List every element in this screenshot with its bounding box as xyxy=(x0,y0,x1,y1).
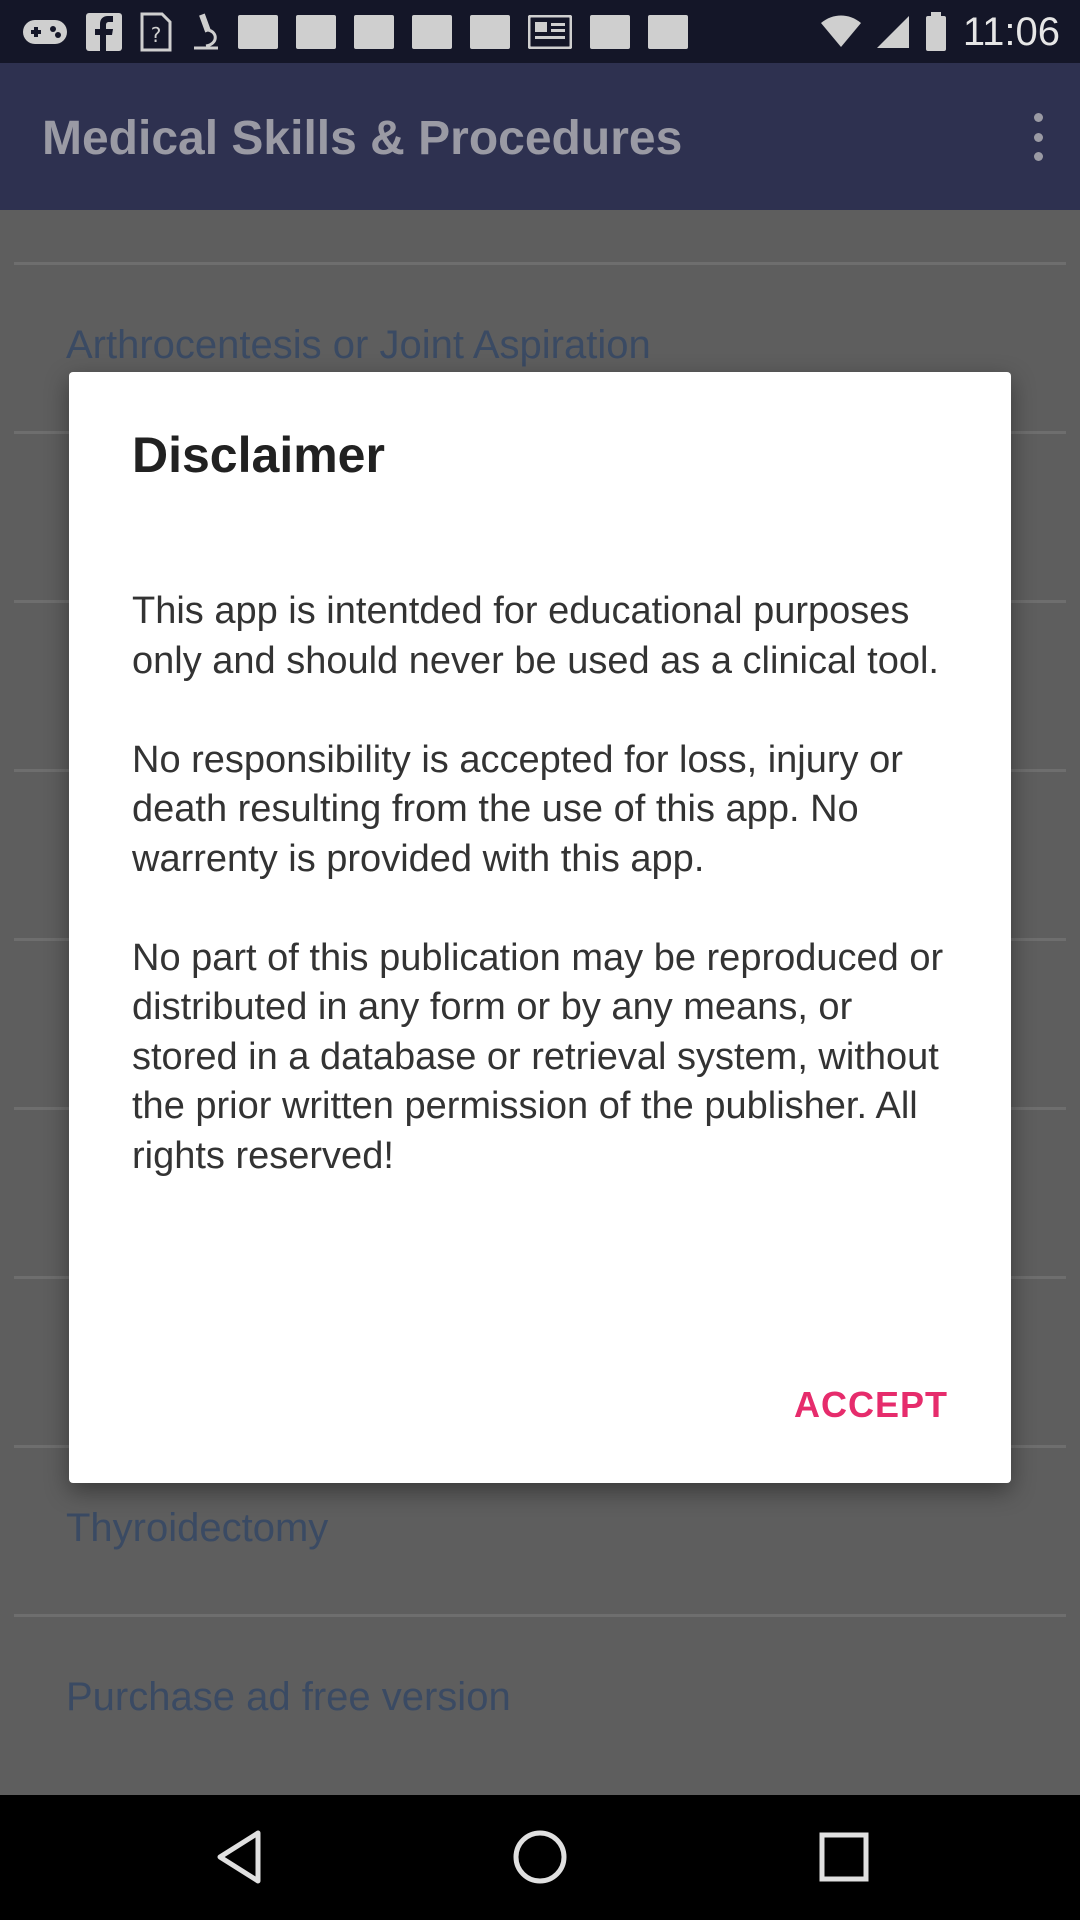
unknown-file-icon: ? xyxy=(140,12,172,52)
notification-icon xyxy=(590,15,630,49)
status-time: 11:06 xyxy=(962,9,1060,54)
facebook-icon xyxy=(86,13,122,51)
app-bar: Medical Skills & Procedures xyxy=(0,63,1080,210)
home-icon[interactable] xyxy=(508,1825,572,1889)
list-item-label: Arthrocentesis or Joint Aspiration xyxy=(66,323,651,367)
newspaper-icon xyxy=(528,15,572,49)
microscope-icon xyxy=(194,13,218,50)
notification-icon xyxy=(296,15,336,49)
recents-icon[interactable] xyxy=(812,1825,876,1889)
status-notification-icons: ? xyxy=(22,12,706,52)
navigation-bar xyxy=(0,1795,1080,1920)
gamepad-icon xyxy=(23,20,67,44)
dialog-title: Disclaimer xyxy=(132,427,385,483)
status-system-icons: 11:06 xyxy=(819,8,1060,56)
accept-button[interactable]: ACCEPT xyxy=(794,1384,948,1426)
back-icon[interactable] xyxy=(210,1825,274,1889)
list-item-label: Purchase ad free version xyxy=(66,1675,511,1719)
list-item[interactable]: Purchase ad free version xyxy=(14,1614,1066,1783)
notification-icon xyxy=(648,15,688,49)
svg-text:?: ? xyxy=(151,23,162,47)
battery-icon xyxy=(925,12,946,51)
notification-icon xyxy=(354,15,394,49)
notification-icon xyxy=(238,15,278,49)
status-bar: ? 11:06 xyxy=(0,0,1080,63)
disclaimer-dialog: Disclaimer This app is intentded for edu… xyxy=(69,372,1011,1483)
wifi-icon xyxy=(820,15,861,47)
overflow-menu-icon[interactable] xyxy=(1026,113,1050,161)
notification-icon xyxy=(470,15,510,49)
notification-icon xyxy=(412,15,452,49)
dialog-message: This app is intentded for educational pu… xyxy=(132,590,944,1177)
page-title: Medical Skills & Procedures xyxy=(42,112,683,165)
signal-icon xyxy=(876,16,909,48)
list-item-label: Thyroidectomy xyxy=(66,1506,329,1550)
